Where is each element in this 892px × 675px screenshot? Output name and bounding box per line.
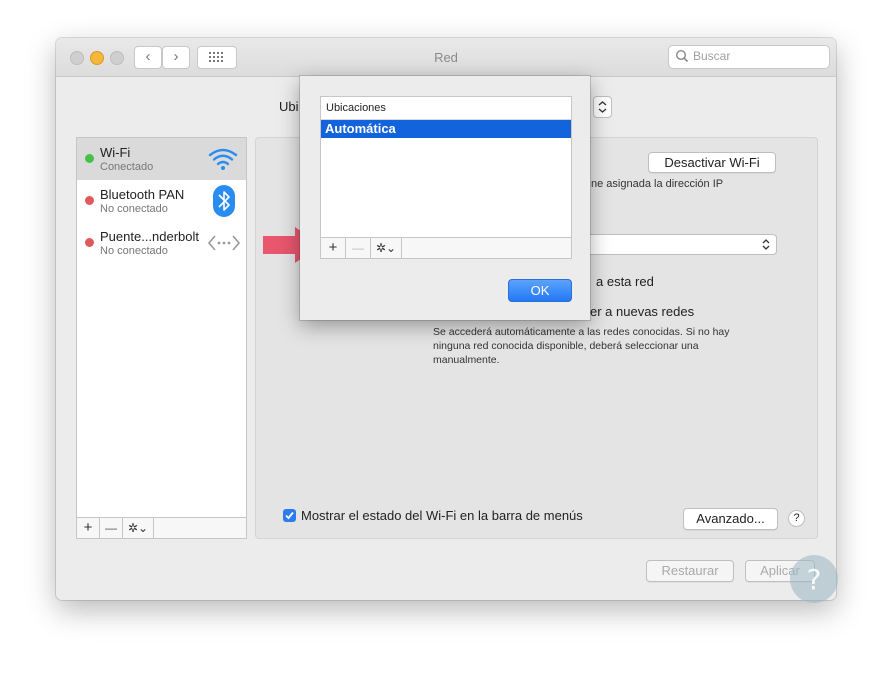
svg-text:?: ? <box>807 563 822 596</box>
location-label: Ubi <box>279 99 299 114</box>
service-status: No conectado <box>100 203 168 215</box>
ip-status-text: ne asignada la dirección IP <box>591 178 724 190</box>
service-name: Wi-Fi <box>100 145 131 160</box>
ask-join-label: er a nuevas redes <box>590 304 695 319</box>
remove-location-button[interactable]: — <box>346 238 371 258</box>
service-item-bluetooth-pan[interactable]: Bluetooth PAN No conectado <box>77 180 246 222</box>
advanced-button[interactable]: Avanzado... <box>683 508 778 530</box>
status-dot <box>85 154 94 163</box>
locations-sheet: Ubicaciones Automática + — ✲⌄ OK <box>300 76 590 320</box>
locations-table: Ubicaciones Automática <box>320 96 572 258</box>
show-status-label: Mostrar el estado del Wi-Fi en la barra … <box>301 508 583 523</box>
location-row-selected[interactable]: Automática <box>321 120 571 138</box>
ask-join-description: Se accederá automáticamente a las redes … <box>433 326 730 366</box>
service-name: Puente...nderbolt <box>100 229 200 244</box>
status-dot <box>85 196 94 205</box>
network-name-popup[interactable] <box>581 234 777 255</box>
locations-toolbar: + — ✲⌄ <box>320 237 572 259</box>
service-item-wifi[interactable]: Wi-Fi Conectado <box>77 138 246 180</box>
service-status: No conectado <box>100 245 168 257</box>
show-status-checkbox[interactable] <box>283 509 296 522</box>
location-actions-button[interactable]: ✲⌄ <box>371 238 402 258</box>
turn-off-wifi-button[interactable]: Desactivar Wi-Fi <box>648 152 776 173</box>
add-location-button[interactable]: + <box>321 238 346 258</box>
search-placeholder: Buscar <box>693 49 731 63</box>
service-status: Conectado <box>100 161 154 173</box>
remember-network-label: a esta red <box>596 274 654 289</box>
locations-column-header: Ubicaciones <box>321 97 571 120</box>
up-down-chevron-icon <box>762 239 770 250</box>
search-icon <box>675 49 689 66</box>
watermark-logo-icon: ? <box>788 553 840 608</box>
search-field[interactable]: Buscar <box>668 45 830 69</box>
location-popup-stepper[interactable] <box>593 96 612 118</box>
ok-button[interactable]: OK <box>508 279 572 302</box>
bluetooth-icon <box>213 185 235 220</box>
up-down-chevron-icon <box>598 101 607 113</box>
remove-service-button[interactable]: — <box>100 518 123 538</box>
help-button[interactable]: ? <box>788 510 805 527</box>
add-service-button[interactable]: + <box>77 518 100 538</box>
wifi-icon <box>207 147 239 174</box>
service-name: Bluetooth PAN <box>100 187 185 202</box>
service-actions-button[interactable]: ✲⌄ <box>123 518 154 538</box>
service-item-thunderbolt-bridge[interactable]: Puente...nderbolt No conectado <box>77 222 246 264</box>
title-bar: ‹ › Red Buscar <box>56 38 836 77</box>
thunderbolt-bridge-icon <box>207 232 241 257</box>
revert-button[interactable]: Restaurar <box>646 560 734 582</box>
checkmark-icon <box>285 511 294 520</box>
service-list: Wi-Fi Conectado Bluetooth PAN No conecta… <box>76 137 247 539</box>
status-dot <box>85 238 94 247</box>
service-list-toolbar: + — ✲⌄ <box>76 517 247 539</box>
